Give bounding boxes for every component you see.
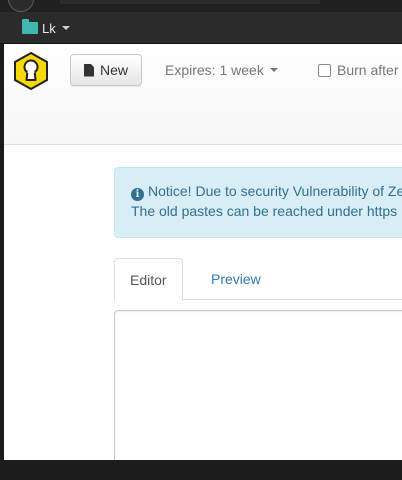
burn-after-reading-option[interactable]: Burn after [318,60,398,80]
notice-alert: i Notice! Due to security Vulnerability o… [114,167,402,238]
folder-icon [22,19,38,34]
info-icon: i [131,188,144,201]
file-icon [83,63,94,77]
keyhole-logo-icon[interactable] [12,52,50,90]
browser-round-button[interactable] [8,0,34,12]
tab-editor[interactable]: Editor [114,258,183,301]
bottom-strip [0,460,402,480]
bookmark-folder-label: Lk [42,20,56,36]
expires-dropdown[interactable]: Expires: 1 week [165,60,278,80]
page-content: New Expires: 1 week Burn after i Notice! … [4,44,402,460]
new-paste-button[interactable]: New [70,54,142,86]
chevron-down-icon [61,26,70,30]
notice-text-1: Notice! Due to security Vulnerability of… [148,183,402,199]
bookmark-folder[interactable]: Lk [22,18,70,38]
paste-editor-textarea[interactable] [114,310,402,460]
notice-text-2: The old pastes can be reached under http… [131,203,398,219]
expires-label: Expires: 1 week [165,62,264,78]
browser-tab-stub [60,0,320,4]
tab-preview[interactable]: Preview [196,258,276,300]
notice-line-1: i Notice! Due to security Vulnerability o… [131,181,402,201]
chevron-down-icon [269,68,278,72]
editor-tabs: Editor Preview [114,258,402,301]
burn-after-reading-checkbox[interactable] [318,63,331,77]
burn-after-label: Burn after [337,62,399,78]
new-button-label: New [99,62,128,78]
navbar: New Expires: 1 week Burn after [4,44,402,145]
browser-top-strip [0,0,402,12]
bookmarks-bar: Lk [0,12,402,44]
